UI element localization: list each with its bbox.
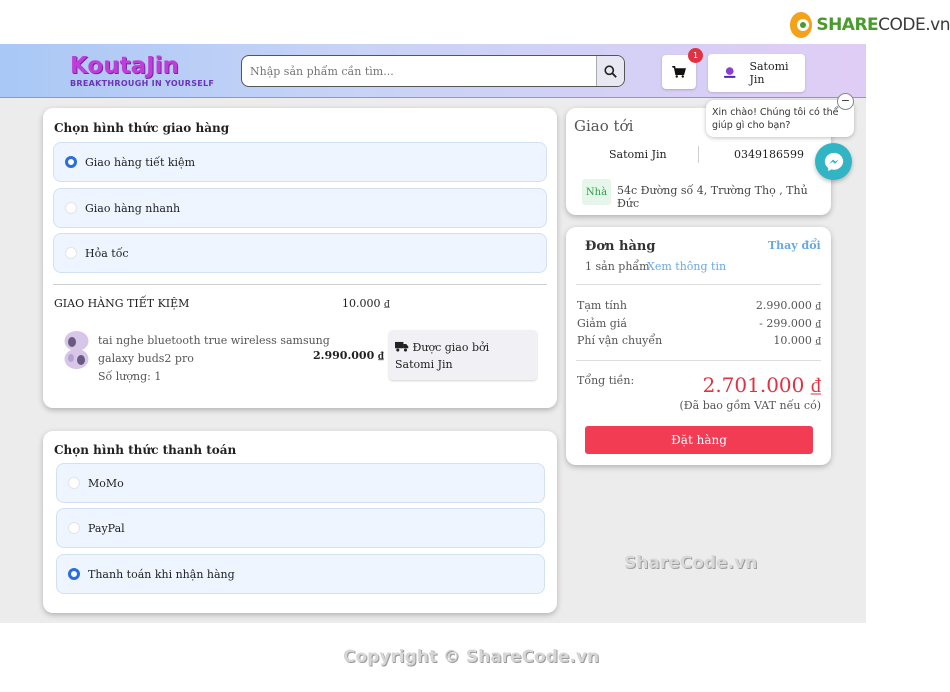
order-item-count: 1 sản phẩm bbox=[585, 260, 650, 273]
search-icon bbox=[604, 64, 617, 78]
divider bbox=[576, 360, 821, 361]
shipping-option-express[interactable]: Hỏa tốc bbox=[53, 233, 547, 273]
change-order-link[interactable]: Thay đổi bbox=[768, 239, 821, 252]
sharecode-logo-text: SHARECODE.vn bbox=[816, 15, 950, 35]
vat-note: (Đã bao gồm VAT nếu có) bbox=[679, 399, 821, 412]
recipient-phone: 0349186599 bbox=[734, 148, 804, 161]
discount-label: Giảm giá bbox=[577, 317, 627, 330]
place-order-button[interactable]: Đặt hàng bbox=[585, 426, 813, 454]
shipping-option-fast[interactable]: Giao hàng nhanh bbox=[53, 188, 547, 228]
shipping-fee: 10.000 ₫ bbox=[342, 297, 390, 310]
truck-icon bbox=[395, 341, 409, 352]
order-title: Đơn hàng bbox=[585, 239, 656, 254]
delivered-by-box: Được giao bởi Satomi Jin bbox=[389, 330, 537, 380]
brand-tagline: BREAKTHROUGH IN YOURSELF bbox=[70, 79, 215, 88]
chat-greeting-bubble: Xin chào! Chúng tôi có thể giúp gì cho b… bbox=[706, 100, 854, 137]
selected-shipping-method: GIAO HÀNG TIẾT KIỆM bbox=[54, 297, 190, 310]
discount-value: - 299.000 ₫ bbox=[759, 317, 821, 330]
option-label: Giao hàng tiết kiệm bbox=[85, 155, 195, 169]
radio-unselected[interactable] bbox=[65, 202, 77, 214]
brand-name: KoutaJin bbox=[70, 53, 179, 79]
payment-method-card: Chọn hình thức thanh toán MoMo PayPal Th… bbox=[43, 431, 557, 613]
chat-minimize-button[interactable]: − bbox=[837, 93, 854, 110]
payment-option-cod[interactable]: Thanh toán khi nhận hàng bbox=[56, 554, 545, 594]
radio-selected[interactable] bbox=[68, 568, 80, 580]
shipping-fee-label: Phí vận chuyển bbox=[577, 334, 663, 347]
subtotal-value: 2.990.000 ₫ bbox=[755, 299, 821, 312]
shipping-option-economy[interactable]: Giao hàng tiết kiệm bbox=[53, 142, 547, 182]
user-name: Satomi Jin bbox=[749, 60, 789, 86]
option-label: MoMo bbox=[88, 476, 124, 490]
user-menu[interactable]: Satomi Jin bbox=[708, 54, 805, 92]
shipping-method-card: Chọn hình thức giao hàng Giao hàng tiết … bbox=[43, 108, 557, 408]
radio-selected[interactable] bbox=[65, 156, 77, 168]
divider bbox=[53, 284, 547, 285]
total-value: 2.701.000 ₫ bbox=[702, 373, 821, 397]
sharecode-logo: SHARECODE.vn bbox=[790, 10, 950, 40]
divider bbox=[698, 146, 699, 163]
payment-title: Chọn hình thức thanh toán bbox=[54, 443, 237, 457]
divider bbox=[576, 284, 821, 285]
messenger-icon bbox=[824, 152, 843, 171]
brand-logo[interactable]: KoutaJin BREAKTHROUGH IN YOURSELF bbox=[70, 54, 214, 88]
cart-button[interactable]: 1 bbox=[662, 48, 703, 89]
order-summary-card: Đơn hàng Thay đổi 1 sản phẩm Xem thông t… bbox=[566, 227, 831, 465]
shipping-title: Chọn hình thức giao hàng bbox=[54, 121, 230, 135]
subtotal-label: Tạm tính bbox=[577, 299, 627, 312]
option-label: Giao hàng nhanh bbox=[85, 201, 181, 215]
product-quantity: Số lượng: 1 bbox=[98, 370, 162, 383]
watermark-center: ShareCode.vn bbox=[624, 553, 758, 573]
delivered-by-text: Được giao bởi Satomi Jin bbox=[395, 341, 490, 371]
copyright-watermark: Copyright © ShareCode.vn bbox=[343, 647, 600, 667]
option-label: Thanh toán khi nhận hàng bbox=[88, 567, 235, 581]
option-label: Hỏa tốc bbox=[85, 246, 129, 260]
radio-unselected[interactable] bbox=[65, 247, 77, 259]
deliver-to-title: Giao tới bbox=[574, 117, 634, 135]
product-name-line1: tai nghe bluetooth true wireless samsung bbox=[98, 334, 330, 347]
cart-icon bbox=[672, 66, 686, 78]
product-thumbnail bbox=[64, 331, 89, 369]
recipient-name: Satomi Jin bbox=[609, 148, 667, 161]
address-tag: Nhà bbox=[582, 179, 611, 205]
view-order-info-link[interactable]: Xem thông tin bbox=[647, 260, 726, 273]
payment-option-momo[interactable]: MoMo bbox=[56, 463, 545, 503]
product-price: 2.990.000 ₫ bbox=[313, 349, 384, 362]
shipping-fee-value: 10.000 ₫ bbox=[773, 334, 821, 347]
total-label: Tổng tiền: bbox=[577, 374, 635, 387]
sharecode-logo-icon bbox=[790, 12, 813, 38]
option-label: PayPal bbox=[88, 521, 125, 535]
cart-count-badge: 1 bbox=[688, 48, 703, 63]
payment-option-paypal[interactable]: PayPal bbox=[56, 508, 545, 548]
recipient-address: 54c Đường số 4, Trường Thọ , Thủ Đức bbox=[617, 184, 808, 210]
radio-unselected[interactable] bbox=[68, 477, 80, 489]
messenger-chat-button[interactable] bbox=[815, 143, 852, 180]
product-info: tai nghe bluetooth true wireless samsung… bbox=[98, 332, 330, 386]
search-input[interactable] bbox=[242, 56, 597, 86]
site-header: KoutaJin BREAKTHROUGH IN YOURSELF 1 Sato… bbox=[0, 44, 866, 98]
search-bar bbox=[241, 55, 625, 87]
radio-unselected[interactable] bbox=[68, 522, 80, 534]
product-name-line2: galaxy buds2 pro bbox=[98, 352, 194, 365]
search-button[interactable] bbox=[596, 56, 624, 86]
avatar bbox=[723, 67, 736, 78]
